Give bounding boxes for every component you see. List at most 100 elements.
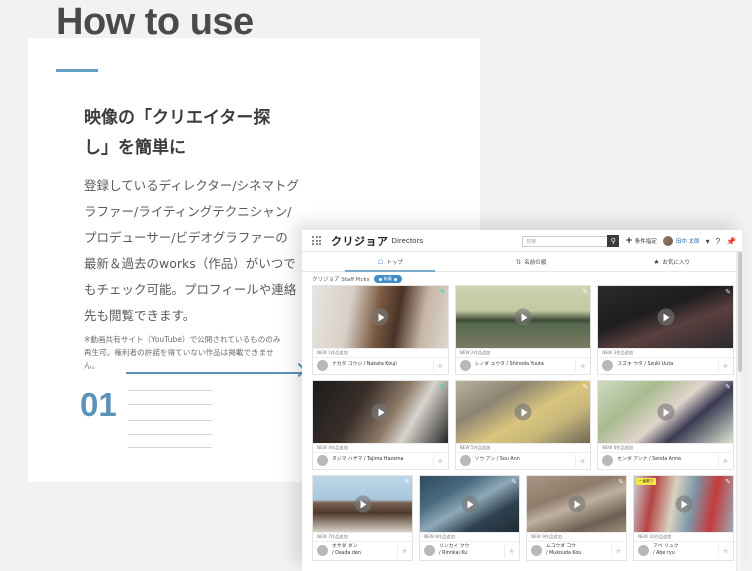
- creator-card[interactable]: 一番乗り ✎ NEW 10作品追加 アベ リュク / Abe ryu ★: [633, 475, 734, 561]
- play-icon[interactable]: [371, 403, 389, 421]
- favorite-star-icon[interactable]: ★: [722, 362, 729, 371]
- favorite-star-icon[interactable]: ★: [508, 547, 515, 556]
- creator-card[interactable]: ✎ NEW 3作品追加 スズキ ウタ / Szuki Uuta ★: [597, 285, 735, 375]
- edit-pencil-icon[interactable]: ✎: [440, 383, 446, 391]
- creator-name-row[interactable]: オサダ ダン / Osada dan ★: [313, 541, 412, 560]
- chevron-down-icon[interactable]: ▾: [706, 237, 710, 246]
- favorite-star-icon[interactable]: ★: [722, 547, 729, 556]
- play-icon[interactable]: [354, 495, 371, 513]
- edit-pencil-icon[interactable]: ✎: [582, 288, 588, 296]
- creator-name-row[interactable]: センダ アンナ / Senda Anna ★: [598, 452, 734, 469]
- favorite-star-icon[interactable]: ★: [615, 547, 622, 556]
- favorite-star-icon[interactable]: ★: [579, 362, 586, 371]
- edit-pencil-icon[interactable]: ✎: [511, 478, 517, 486]
- creator-name-row[interactable]: シノダ ユウタ / Shinoda Yuuta ★: [455, 357, 591, 374]
- video-thumbnail[interactable]: ✎: [420, 476, 519, 532]
- creator-name-roman: / Nakata Kouji: [363, 362, 397, 368]
- video-thumbnail[interactable]: ✎: [598, 381, 734, 443]
- favorite-star-icon[interactable]: ★: [437, 457, 444, 466]
- creator-name-kana: センダ アンナ: [617, 457, 648, 463]
- favorite-star-icon[interactable]: ★: [437, 362, 444, 371]
- edit-pencil-icon[interactable]: ✎: [725, 288, 731, 296]
- pin-icon[interactable]: 📌: [726, 237, 736, 246]
- scrollbar-thumb[interactable]: [738, 252, 742, 372]
- edit-pencil-icon[interactable]: ✎: [618, 478, 624, 486]
- creator-name-roman: / Mukouda Kou: [546, 550, 582, 556]
- card-row: ✎ NEW 4作品追加 タジマ ハザマ / Tajima Hazama ★ ✎ …: [312, 380, 735, 470]
- video-thumbnail[interactable]: ✎: [598, 286, 734, 348]
- home-icon: ☖: [377, 257, 384, 266]
- creator-name-row[interactable]: アベ リュク / Abe ryu ★: [634, 541, 733, 560]
- video-thumbnail[interactable]: ✎: [455, 381, 591, 443]
- play-icon[interactable]: [568, 495, 585, 513]
- divider: [504, 544, 505, 558]
- creator-card[interactable]: ✎ NEW 1作品追加 ナカタ コウジ / Nakata Kouji ★: [312, 285, 449, 375]
- favorite-star-icon[interactable]: ★: [722, 457, 729, 466]
- creator-name: ムコウダ コウ / Mukouda Kou: [546, 544, 581, 557]
- favorite-star-icon[interactable]: ★: [401, 547, 408, 556]
- creator-card[interactable]: ✎ NEW 5作品追加 ソウ アン / Sou Ann ★: [454, 380, 592, 470]
- video-thumbnail[interactable]: ✎: [313, 476, 412, 532]
- status-badge[interactable]: 新着: [373, 275, 402, 283]
- card-meta: NEW 8作品追加: [420, 532, 519, 541]
- user-menu[interactable]: 田中 太郎: [662, 236, 700, 246]
- edit-pencil-icon[interactable]: ✎: [404, 478, 410, 486]
- video-thumbnail[interactable]: ✎: [527, 476, 626, 532]
- creator-name-roman: / Abe ryu: [653, 550, 675, 556]
- play-icon[interactable]: [371, 308, 389, 326]
- search-input[interactable]: 検索: [522, 235, 609, 247]
- condition-filter-button[interactable]: + 条件指定: [625, 236, 657, 246]
- tab-favorites[interactable]: ★ お気に入り: [601, 252, 742, 271]
- edit-pencil-icon[interactable]: ✎: [725, 478, 731, 486]
- card-meta: NEW 3作品追加: [598, 348, 734, 357]
- video-thumbnail[interactable]: ✎: [313, 381, 448, 443]
- creator-name-row[interactable]: ナカタ コウジ / Nakata Kouji ★: [313, 357, 448, 374]
- edit-pencil-icon[interactable]: ✎: [725, 383, 731, 391]
- creator-name: シノダ ユウタ / Shinoda Yuuta: [475, 362, 544, 369]
- question-mark-icon[interactable]: ?: [716, 237, 720, 246]
- creator-name-row[interactable]: ムコウダ コウ / Mukouda Kou ★: [527, 541, 626, 560]
- creator-name-row[interactable]: ソウ アン / Sou Ann ★: [455, 452, 591, 469]
- card-row: ✎ NEW 7作品追加 オサダ ダン / Osada dan ★ ✎ NEW 8…: [312, 475, 734, 561]
- placeholder-rule: [128, 447, 212, 448]
- search-icon[interactable]: ⚲: [607, 235, 620, 247]
- favorite-star-icon[interactable]: ★: [579, 457, 586, 466]
- creator-card[interactable]: ✎ NEW 2作品追加 シノダ ユウタ / Shinoda Yuuta ★: [454, 285, 592, 375]
- divider: [397, 544, 398, 558]
- tab-top[interactable]: ☖ トップ: [320, 252, 461, 272]
- avatar: [459, 455, 471, 466]
- creator-card[interactable]: ✎ NEW 9作品追加 ムコウダ コウ / Mukouda Kou ★: [526, 475, 627, 561]
- divider: [575, 455, 577, 467]
- nav-tabs: ☖ トップ ⇅ 名前の順 ★ お気に入り: [302, 252, 742, 272]
- play-icon[interactable]: [657, 403, 675, 421]
- video-thumbnail[interactable]: ✎: [313, 286, 448, 348]
- creator-name-roman: / Sou Ann: [496, 457, 520, 463]
- creator-card[interactable]: ✎ NEW 7作品追加 オサダ ダン / Osada dan ★: [312, 475, 413, 561]
- creator-name-row[interactable]: タジマ ハザマ / Tajima Hazama ★: [313, 452, 448, 469]
- creator-name: ナカタ コウジ / Nakata Kouji: [332, 362, 397, 369]
- scrollbar[interactable]: [736, 252, 742, 571]
- avatar: [317, 455, 328, 466]
- edit-pencil-icon[interactable]: ✎: [440, 288, 446, 296]
- edit-pencil-icon[interactable]: ✎: [582, 383, 588, 391]
- play-icon[interactable]: [461, 495, 478, 513]
- tab-name-order[interactable]: ⇅ 名前の順: [461, 252, 602, 271]
- creator-name-kana: シノダ ユウタ: [474, 362, 505, 368]
- staff-picks-row: クリジョア Staff Picks 新着: [302, 272, 742, 285]
- video-thumbnail[interactable]: 一番乗り ✎: [634, 476, 733, 532]
- creator-card[interactable]: ✎ NEW 4作品追加 タジマ ハザマ / Tajima Hazama ★: [312, 380, 449, 470]
- brand-logo[interactable]: クリジョア: [331, 233, 389, 249]
- tab-label: トップ: [386, 259, 403, 266]
- play-icon[interactable]: [514, 308, 532, 326]
- play-icon[interactable]: [675, 495, 692, 513]
- video-thumbnail[interactable]: ✎: [455, 286, 591, 348]
- creator-name-row[interactable]: スズキ ウタ / Szuki Uuta ★: [598, 357, 734, 374]
- apps-grid-icon[interactable]: [312, 236, 321, 245]
- creator-name-kana: スズキ ウタ: [617, 362, 643, 368]
- creator-card[interactable]: ✎ NEW 6作品追加 センダ アンナ / Senda Anna ★: [597, 380, 735, 470]
- play-icon[interactable]: [657, 308, 675, 326]
- promo-tag: 一番乗り: [636, 478, 657, 485]
- play-icon[interactable]: [514, 403, 532, 421]
- creator-card[interactable]: ✎ NEW 8作品追加 リンカイ クウ / Rinnkai Ku ★: [419, 475, 520, 561]
- creator-name-row[interactable]: リンカイ クウ / Rinnkai Ku ★: [420, 541, 519, 560]
